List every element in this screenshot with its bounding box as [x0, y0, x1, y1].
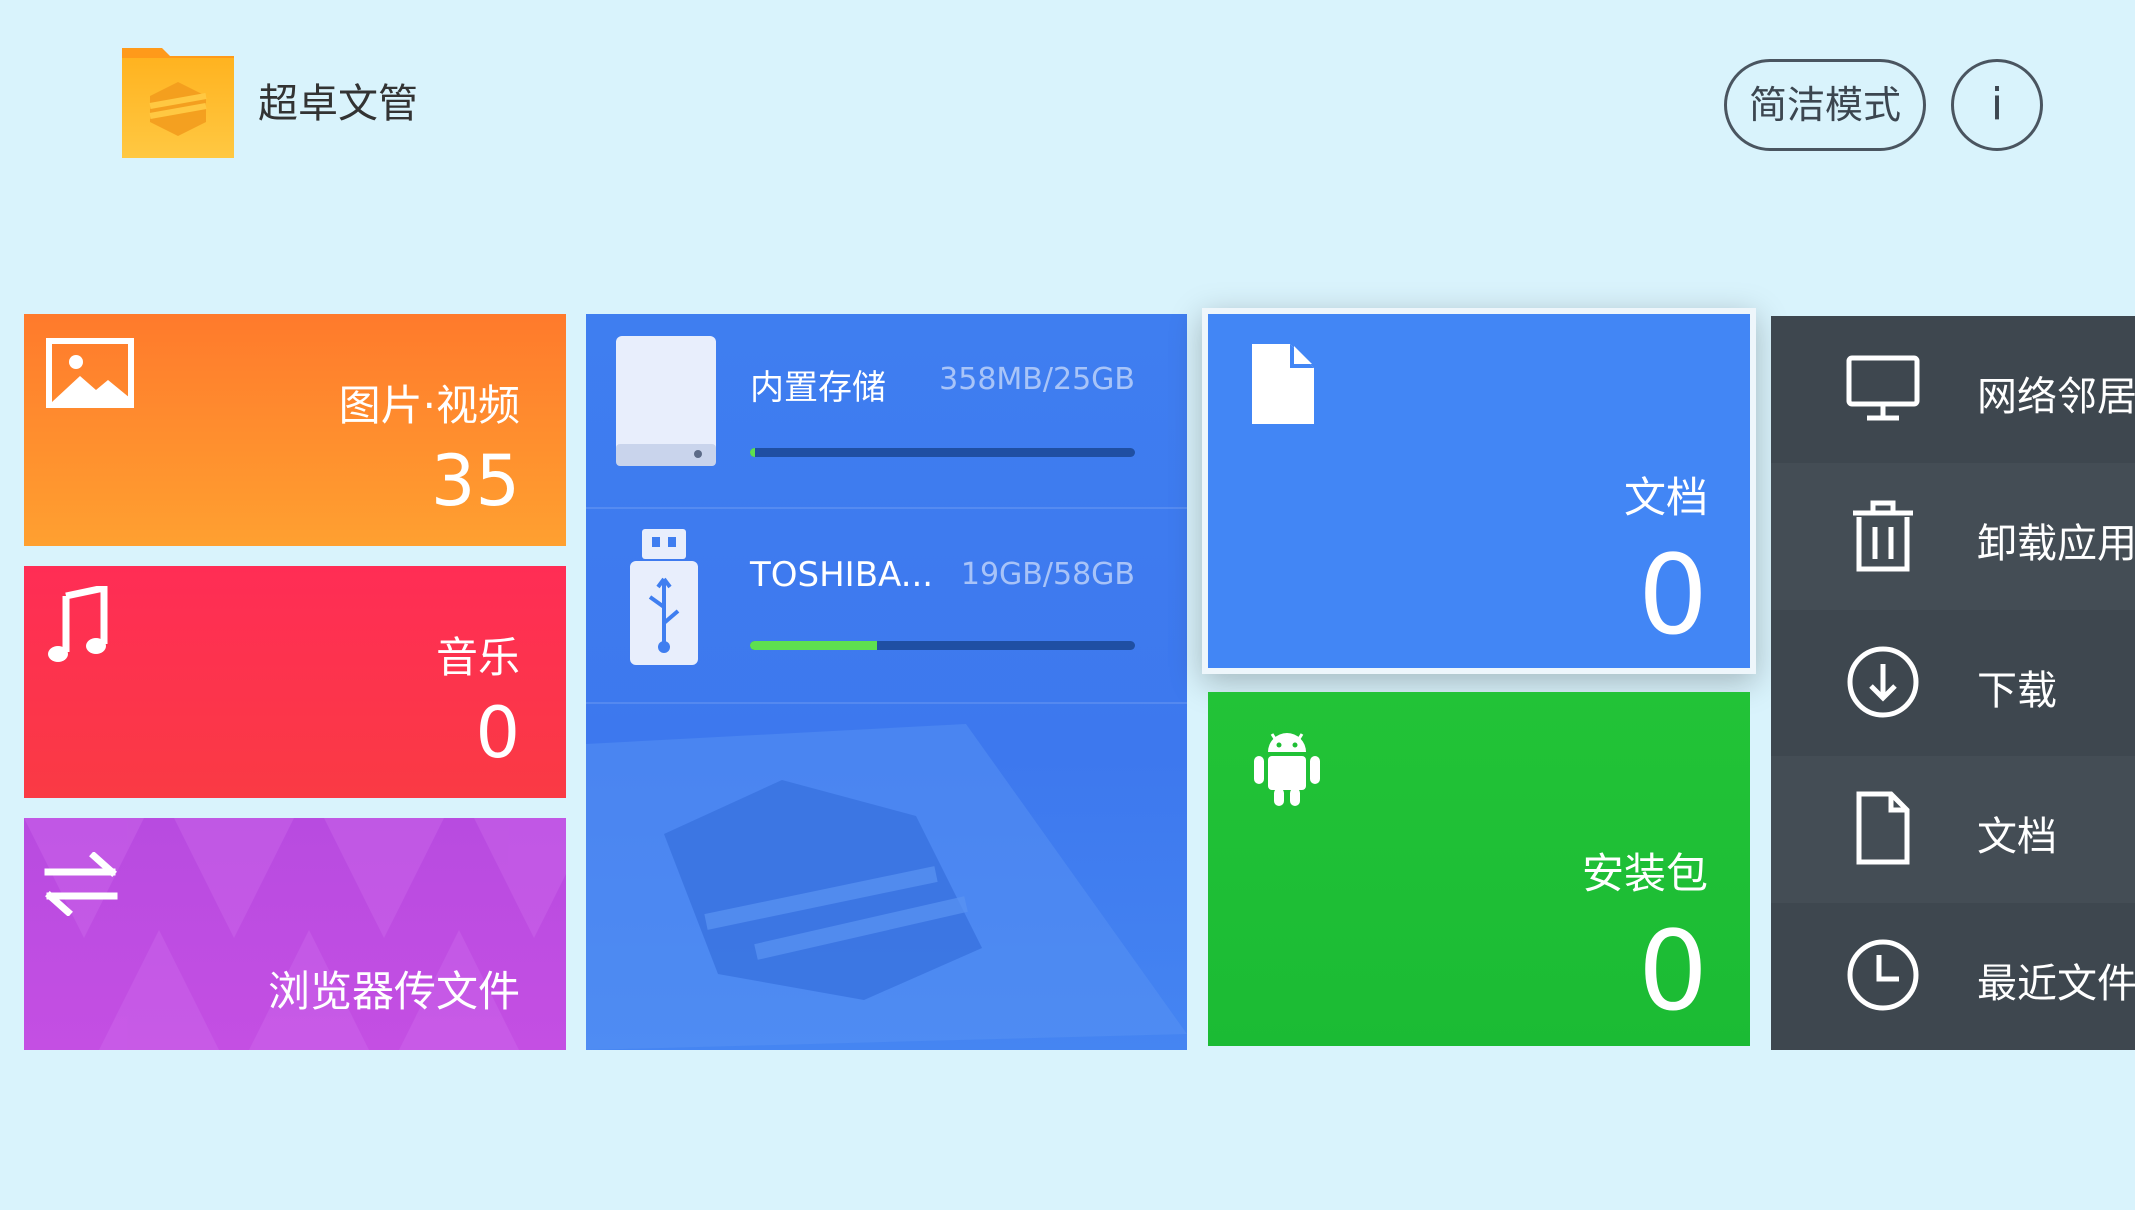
app-logo-icon [122, 44, 234, 158]
storage-tile: 内置存储 358MB/25GB TOSHIBA... 19GB/58GB [586, 314, 1187, 1050]
quick-access-label: 下载 [1977, 667, 2057, 714]
storage-name: 内置存储 [750, 368, 886, 408]
internal-storage-icon [616, 336, 716, 466]
apk-tile[interactable]: 安装包 0 [1208, 692, 1750, 1046]
storage-progress-bar [750, 448, 1135, 457]
android-icon [1252, 728, 1322, 808]
image-icon [46, 338, 134, 408]
document-outline-icon [1845, 790, 1921, 866]
info-button[interactable]: i [1951, 59, 2043, 151]
monitor-icon [1845, 350, 1921, 426]
download-icon [1845, 644, 1921, 720]
browser-transfer-label: 浏览器传文件 [267, 967, 520, 1016]
clock-icon [1845, 937, 1921, 1013]
documents-label: 文档 [1623, 473, 1708, 522]
quick-access-network[interactable]: 网络邻居 [1771, 316, 2135, 463]
storage-progress-fill [750, 641, 878, 650]
apk-label: 安装包 [1581, 849, 1708, 898]
storage-size: 19GB/58GB [960, 557, 1135, 592]
storage-name: TOSHIBA... [750, 555, 934, 595]
storage-size: 358MB/25GB [939, 362, 1135, 397]
quick-access-recent[interactable]: 最近文件 [1771, 903, 2135, 1050]
trash-icon [1845, 497, 1921, 573]
quick-access-download[interactable]: 下载 [1771, 609, 2135, 757]
photos-videos-tile[interactable]: 图片·视频 35 [24, 314, 566, 546]
storage-progress-bar [750, 641, 1135, 650]
music-count: 0 [475, 692, 520, 774]
quick-access-label: 最近文件 [1977, 961, 2135, 1008]
usb-storage-item[interactable]: TOSHIBA... 19GB/58GB [586, 509, 1187, 704]
quick-access-label: 文档 [1977, 814, 2057, 861]
documents-count: 0 [1638, 531, 1708, 659]
photos-videos-label: 图片·视频 [338, 381, 520, 430]
browser-transfer-tile[interactable]: 浏览器传文件 [24, 818, 566, 1050]
document-icon [1252, 344, 1314, 424]
app-title: 超卓文管 [258, 81, 418, 127]
quick-access-label: 网络邻居 [1977, 374, 2135, 420]
music-label: 音乐 [435, 633, 520, 682]
storage-watermark-logo [586, 724, 1187, 1050]
music-tile[interactable]: 音乐 0 [24, 566, 566, 798]
quick-access-uninstall[interactable]: 卸载应用 [1771, 462, 2135, 610]
apk-count: 0 [1638, 907, 1708, 1035]
quick-access-documents[interactable]: 文档 [1771, 756, 2135, 904]
quick-access-panel: 网络邻居 卸载应用 下载 文档 最近文件 [1771, 316, 2135, 1050]
storage-progress-fill [750, 448, 756, 457]
photos-videos-count: 35 [430, 440, 520, 522]
usb-drive-icon [630, 529, 700, 665]
simple-mode-button[interactable]: 简洁模式 [1724, 59, 1926, 151]
transfer-arrows-icon [44, 851, 118, 917]
internal-storage-item[interactable]: 内置存储 358MB/25GB [586, 314, 1187, 509]
quick-access-label: 卸载应用 [1977, 520, 2135, 567]
music-note-icon [48, 583, 108, 666]
documents-tile[interactable]: 文档 0 [1202, 308, 1756, 674]
